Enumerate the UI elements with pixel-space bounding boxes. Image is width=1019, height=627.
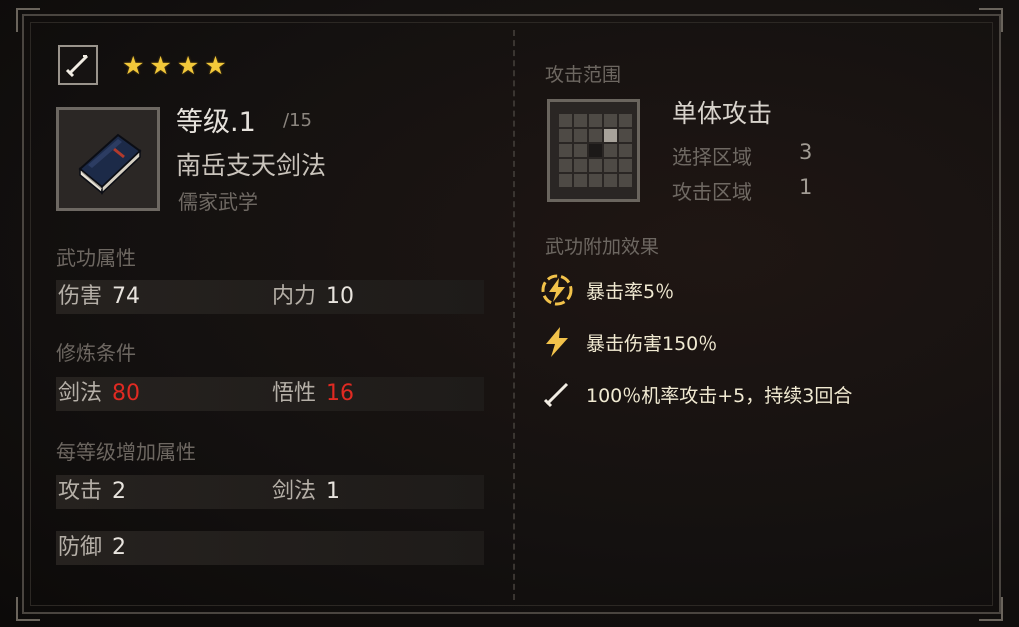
- stat-value: 1: [326, 479, 341, 504]
- lightning-circle-icon: [538, 271, 576, 309]
- rarity-stars: ★ ★ ★ ★: [122, 52, 227, 80]
- corner-ornament: [979, 8, 1003, 32]
- range-grid-cell: [604, 114, 617, 127]
- range-grid-cell: [574, 114, 587, 127]
- stat-value: 16: [326, 381, 355, 406]
- range-grid-cell: [559, 114, 572, 127]
- section-per-level: 每等级增加属性: [56, 440, 196, 464]
- stat-value: 2: [112, 535, 127, 560]
- star-icon: ★: [176, 51, 200, 80]
- per-level-defense: 防御 2: [58, 531, 126, 565]
- effect-text: 100％机率攻击+5，持续3回合: [586, 384, 853, 407]
- range-grid-cell: [589, 174, 602, 187]
- select-area-label: 选择区域: [672, 145, 752, 169]
- sword-icon: [538, 375, 576, 413]
- range-grid-cell: [559, 144, 572, 157]
- section-requirements: 修炼条件: [56, 341, 136, 365]
- range-grid-cell: [559, 129, 572, 142]
- column-divider: [513, 30, 515, 600]
- requirements-row: 剑法 80 悟性 16: [56, 377, 484, 411]
- stat-value: 80: [112, 381, 141, 406]
- per-level-attack: 攻击 2: [58, 475, 126, 509]
- lightning-icon: [538, 323, 576, 361]
- range-grid-cell: [589, 114, 602, 127]
- star-icon: ★: [122, 51, 145, 80]
- attack-range-grid: [547, 99, 640, 202]
- range-grid-cell: [619, 174, 632, 187]
- requirement-comprehension: 悟性 16: [272, 377, 354, 411]
- stat-label: 内力: [272, 284, 317, 309]
- stat-value: 74: [112, 284, 141, 309]
- range-grid-cell: [574, 144, 587, 157]
- range-grid-cell: [604, 129, 617, 142]
- range-grid-cell: [604, 159, 617, 172]
- stat-value: 10: [326, 284, 355, 309]
- stat-label: 攻击: [58, 479, 103, 504]
- attack-range-title: 攻击范围: [545, 64, 622, 86]
- effect-text: 暴击伤害150％: [586, 332, 718, 355]
- range-grid-cell: [619, 129, 632, 142]
- requirement-sword: 剑法 80: [58, 377, 140, 411]
- attributes-row: 伤害 74 内力 10: [56, 280, 484, 314]
- skill-school: 儒家武学: [178, 190, 258, 214]
- star-icon: ★: [204, 51, 227, 80]
- stat-label: 悟性: [272, 381, 317, 406]
- range-grid-cell: [589, 144, 602, 157]
- per-level-row-1: 攻击 2 剑法 1: [56, 475, 484, 509]
- skill-detail-panel: ★ ★ ★ ★ 等级.1 /15 南岳支天剑法 儒家武学 武功属性 伤害 74 内力 10…: [0, 0, 1019, 627]
- range-grid-cell: [604, 174, 617, 187]
- stat-label: 伤害: [58, 284, 103, 309]
- select-area-value: 3: [799, 140, 813, 164]
- skill-level: 等级.1: [176, 107, 256, 138]
- range-grid-cell: [589, 129, 602, 142]
- attack-area-label: 攻击区域: [672, 180, 752, 204]
- corner-ornament: [979, 597, 1003, 621]
- range-grid-cell: [574, 159, 587, 172]
- range-grid-cell: [619, 114, 632, 127]
- range-grid-cell: [559, 174, 572, 187]
- range-grid-cell: [574, 129, 587, 142]
- attack-type: 单体攻击: [672, 99, 773, 128]
- skill-level-max: /15: [283, 110, 312, 131]
- stat-label: 防御: [58, 535, 103, 560]
- star-icon: ★: [149, 51, 172, 80]
- panel-inner-border: [30, 22, 993, 606]
- stat-label: 剑法: [272, 479, 317, 504]
- corner-ornament: [16, 597, 40, 621]
- corner-ornament: [16, 8, 40, 32]
- stat-value: 2: [112, 479, 127, 504]
- range-grid-cell: [619, 159, 632, 172]
- effect-item: 暴击伤害150％: [538, 322, 717, 362]
- per-level-sword: 剑法 1: [272, 475, 340, 509]
- per-level-row-2: 防御 2: [56, 531, 484, 565]
- skill-book-icon: [56, 107, 160, 211]
- attribute-inner-power: 内力 10: [272, 280, 354, 314]
- range-grid-cell: [589, 159, 602, 172]
- range-grid-cell: [619, 144, 632, 157]
- attribute-damage: 伤害 74: [58, 280, 140, 314]
- weapon-type-sword-icon: [58, 45, 98, 85]
- range-grid-cell: [604, 144, 617, 157]
- effect-text: 暴击率5％: [586, 280, 675, 303]
- effect-item: 100％机率攻击+5，持续3回合: [538, 374, 852, 414]
- effect-item: 暴击率5％: [538, 270, 674, 310]
- range-grid-cell: [559, 159, 572, 172]
- skill-name: 南岳支天剑法: [176, 151, 327, 180]
- attack-area-value: 1: [799, 175, 813, 199]
- range-grid-cell: [574, 174, 587, 187]
- effects-title: 武功附加效果: [545, 236, 660, 258]
- section-attributes: 武功属性: [56, 246, 136, 270]
- stat-label: 剑法: [58, 381, 103, 406]
